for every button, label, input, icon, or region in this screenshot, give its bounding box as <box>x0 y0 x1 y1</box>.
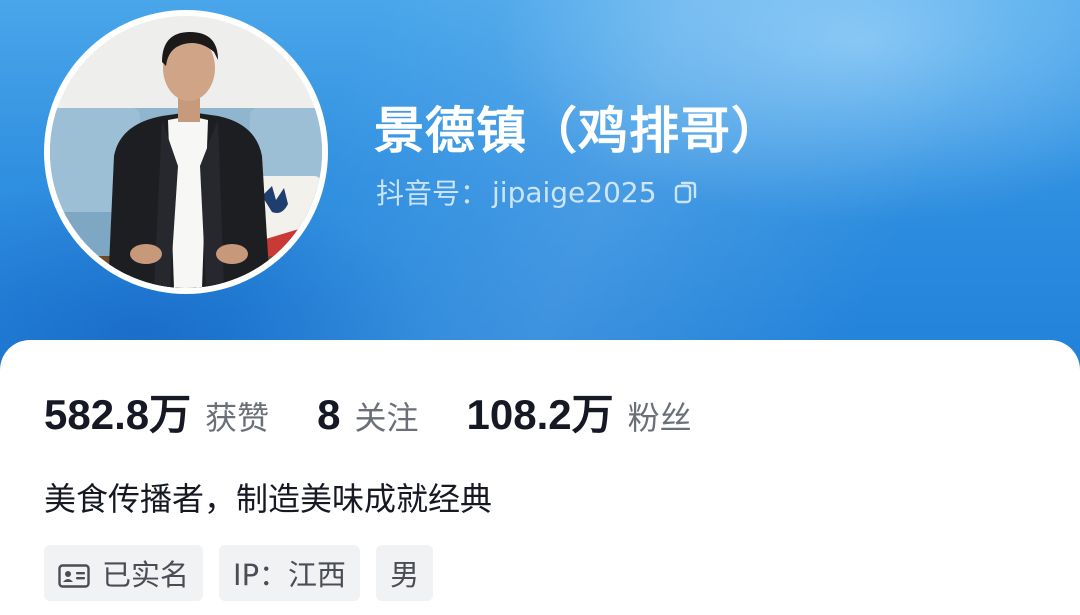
following-label: 关注 <box>354 399 419 437</box>
account-id-row: 抖音号： jipaige2025 <box>376 172 699 212</box>
likes-count: 582.8万 <box>44 391 192 438</box>
ip-location-label: IP：江西 <box>233 558 347 592</box>
id-card-icon <box>58 561 90 588</box>
profile-nickname: 景德镇（鸡排哥） <box>374 102 782 160</box>
followers-label: 粉丝 <box>627 399 692 437</box>
gender-tag: 男 <box>376 545 434 601</box>
verified-tag[interactable]: 已实名 <box>44 545 204 601</box>
account-id-label: 抖音号： <box>376 177 489 210</box>
followers-stat[interactable]: 108.2万 粉丝 <box>467 381 692 442</box>
copy-icon[interactable] <box>673 179 699 205</box>
following-stat[interactable]: 8 关注 <box>317 391 418 439</box>
account-id-value: jipaige2025 <box>492 175 657 209</box>
profile-page: 景德镇（鸡排哥） 抖音号： jipaige2025 582.8万 获赞 8 关注… <box>0 0 1080 615</box>
avatar-photo <box>50 16 322 288</box>
likes-label: 获赞 <box>205 399 270 437</box>
ip-location-tag: IP：江西 <box>219 545 361 601</box>
avatar[interactable] <box>44 10 328 294</box>
gender-label: 男 <box>390 558 420 592</box>
profile-stats: 582.8万 获赞 8 关注 108.2万 粉丝 <box>44 381 692 441</box>
profile-bio: 美食传播者，制造美味成就经典 <box>44 480 493 518</box>
verified-label: 已实名 <box>102 558 190 592</box>
following-count: 8 <box>317 391 341 438</box>
likes-stat[interactable]: 582.8万 获赞 <box>44 381 269 442</box>
followers-count: 108.2万 <box>466 391 614 438</box>
profile-tags: 已实名 IP：江西 男 <box>44 545 449 601</box>
avatar-illustration <box>50 16 322 288</box>
